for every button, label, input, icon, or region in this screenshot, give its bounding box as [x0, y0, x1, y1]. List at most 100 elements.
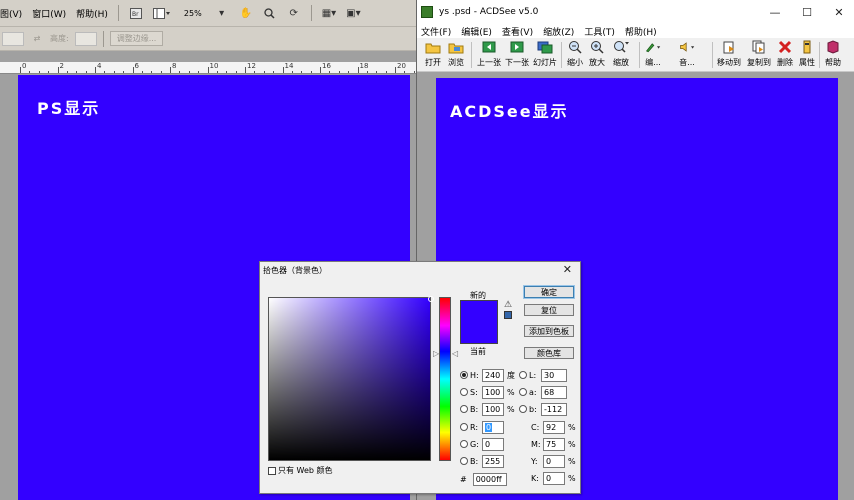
close-button[interactable]: ✕ [823, 0, 854, 24]
picker-close-button[interactable]: ✕ [563, 263, 572, 276]
lab-b-radio[interactable] [519, 405, 527, 413]
color-libraries-button[interactable]: 颜色库 [524, 347, 574, 359]
ruler-minor-tick [376, 71, 378, 73]
add-to-swatches-button[interactable]: 添加到色板 [524, 325, 574, 337]
saturation-radio[interactable] [460, 388, 468, 396]
hand-icon[interactable]: ✋ [239, 5, 253, 21]
lab-b-label: b: [529, 404, 537, 414]
black-row: K: 0 % [531, 471, 576, 485]
reset-button[interactable]: 复位 [524, 304, 574, 316]
color-field-cursor[interactable] [428, 296, 434, 302]
yellow-input[interactable]: 0 [543, 454, 565, 468]
maximize-button[interactable]: ☐ [791, 0, 823, 24]
hex-input[interactable]: 0000ff [472, 472, 507, 486]
toolbar-copy-to-button[interactable]: 复制到 [747, 40, 771, 68]
saturation-input[interactable]: 100 [482, 385, 504, 399]
brightness-radio[interactable] [460, 405, 468, 413]
red-input[interactable]: 0 [482, 420, 504, 434]
lab-l-input[interactable]: 30 [541, 368, 567, 382]
cyan-input[interactable]: 92 [543, 420, 565, 434]
black-label: K: [531, 473, 539, 483]
menu-file[interactable]: 文件(F) [421, 25, 451, 38]
toolbar-zoom-in-button[interactable]: 放大 [589, 40, 605, 68]
green-input[interactable]: 0 [482, 437, 504, 451]
menu-help[interactable]: 帮助(H) [625, 25, 657, 38]
blue-input[interactable]: 255 [482, 454, 504, 468]
brightness-input[interactable]: 100 [482, 402, 504, 416]
hue-input[interactable]: 240 [482, 368, 504, 382]
black-input[interactable]: 0 [543, 471, 565, 485]
minimize-button[interactable]: — [759, 0, 791, 24]
toolbar-slideshow-button[interactable]: 幻灯片 [533, 40, 557, 68]
toolbar-properties-button[interactable]: 属性 [799, 40, 815, 68]
zoom-level[interactable]: 25% [181, 8, 205, 19]
menu-zoom[interactable]: 缩放(Z) [543, 25, 574, 38]
ps-menu-window[interactable]: 窗口(W) [32, 7, 66, 20]
ps-menu-help[interactable]: 帮助(H) [76, 7, 108, 20]
green-radio[interactable] [460, 440, 468, 448]
hue-slider-right-arrow[interactable]: ◁ [452, 349, 458, 358]
bridge-icon[interactable]: Br [129, 5, 143, 21]
zoom-tool-icon[interactable] [263, 5, 277, 21]
screen-mode-icon[interactable]: ▣▾ [346, 5, 360, 21]
saturation-brightness-field[interactable] [268, 296, 434, 461]
hue-row: H: 240 度 [460, 368, 515, 382]
lab-b-input[interactable]: -112 [541, 402, 567, 416]
hue-slider[interactable] [439, 297, 451, 461]
percent-unit: % [568, 456, 576, 466]
toolbar-zoom-out-button[interactable]: 缩小 [567, 40, 583, 68]
gamut-warning-icon[interactable]: ⚠ [504, 300, 512, 310]
menu-tools[interactable]: 工具(T) [584, 25, 615, 38]
toolbar-move-to-button[interactable]: 移动到 [717, 40, 741, 68]
magenta-input[interactable]: 75 [543, 437, 565, 451]
ruler-minor-tick [235, 71, 237, 73]
lab-a-input[interactable]: 68 [541, 385, 567, 399]
web-safe-cube-icon[interactable] [504, 311, 512, 319]
blue-radio[interactable] [460, 457, 468, 465]
toolbar-label: 浏览 [448, 58, 464, 67]
refine-edge-button[interactable]: 调整边缘... [109, 31, 164, 46]
ps-menu-view[interactable]: 图(V) [0, 7, 22, 20]
checkbox-box[interactable] [268, 466, 276, 475]
toolbar-previous-button[interactable]: 上一张 [477, 40, 501, 68]
new-color-swatch [460, 300, 498, 344]
toolbar-next-button[interactable]: 下一张 [505, 40, 529, 68]
toolbar-open-button[interactable]: 打开 [425, 40, 441, 68]
ruler-tick-label: 6 [134, 62, 139, 70]
menu-edit[interactable]: 编辑(E) [461, 25, 492, 38]
color-picker-dialog: 拾色器（背景色） ✕ ▷ ◁ 只有 Web 颜色 新的 当前 ⚠ 确定 复位 添… [259, 261, 581, 494]
layout-icon[interactable] [152, 5, 171, 21]
arrange-documents-icon[interactable]: ▦▾ [322, 5, 336, 21]
height-field[interactable] [74, 31, 97, 46]
toolbar-help-button[interactable]: 帮助 [825, 40, 841, 68]
ok-button[interactable]: 确定 [523, 285, 575, 299]
toolbar-label: 帮助 [825, 58, 841, 67]
web-colors-only-label: 只有 Web 颜色 [278, 466, 333, 475]
web-colors-only-checkbox[interactable]: 只有 Web 颜色 [268, 465, 333, 476]
width-field[interactable] [2, 31, 24, 46]
copy-to-icon [751, 40, 767, 54]
toolbar-zoom-button[interactable]: 缩放 [613, 40, 629, 68]
ruler-tick [132, 67, 134, 73]
toolbar-label: 放大 [589, 58, 605, 67]
ruler-tick-label: 20 [397, 62, 406, 70]
hue-radio[interactable] [460, 371, 468, 379]
toolbar-delete-button[interactable]: 删除 [777, 40, 793, 68]
hex-row: # 0000ff [460, 472, 507, 486]
separator [561, 42, 562, 68]
swap-icon[interactable]: ⇄ [30, 31, 44, 47]
ruler-tick-label: 16 [322, 62, 331, 70]
toolbar-browse-button[interactable]: 浏览 [448, 40, 464, 68]
toolbar-label: 幻灯片 [533, 58, 557, 67]
toolbar-edit-button[interactable]: 编... [645, 40, 661, 68]
zoom-dropdown-icon[interactable]: ▾ [215, 5, 229, 21]
hue-slider-left-arrow[interactable]: ▷ [433, 349, 439, 358]
menu-view[interactable]: 查看(V) [502, 25, 533, 38]
rotate-view-icon[interactable]: ⟳ [287, 5, 301, 21]
browse-icon [448, 40, 464, 54]
red-radio[interactable] [460, 423, 468, 431]
lab-l-radio[interactable] [519, 371, 527, 379]
lab-a-radio[interactable] [519, 388, 527, 396]
previous-icon [481, 40, 497, 54]
toolbar-audio-button[interactable]: 音... [679, 40, 695, 68]
